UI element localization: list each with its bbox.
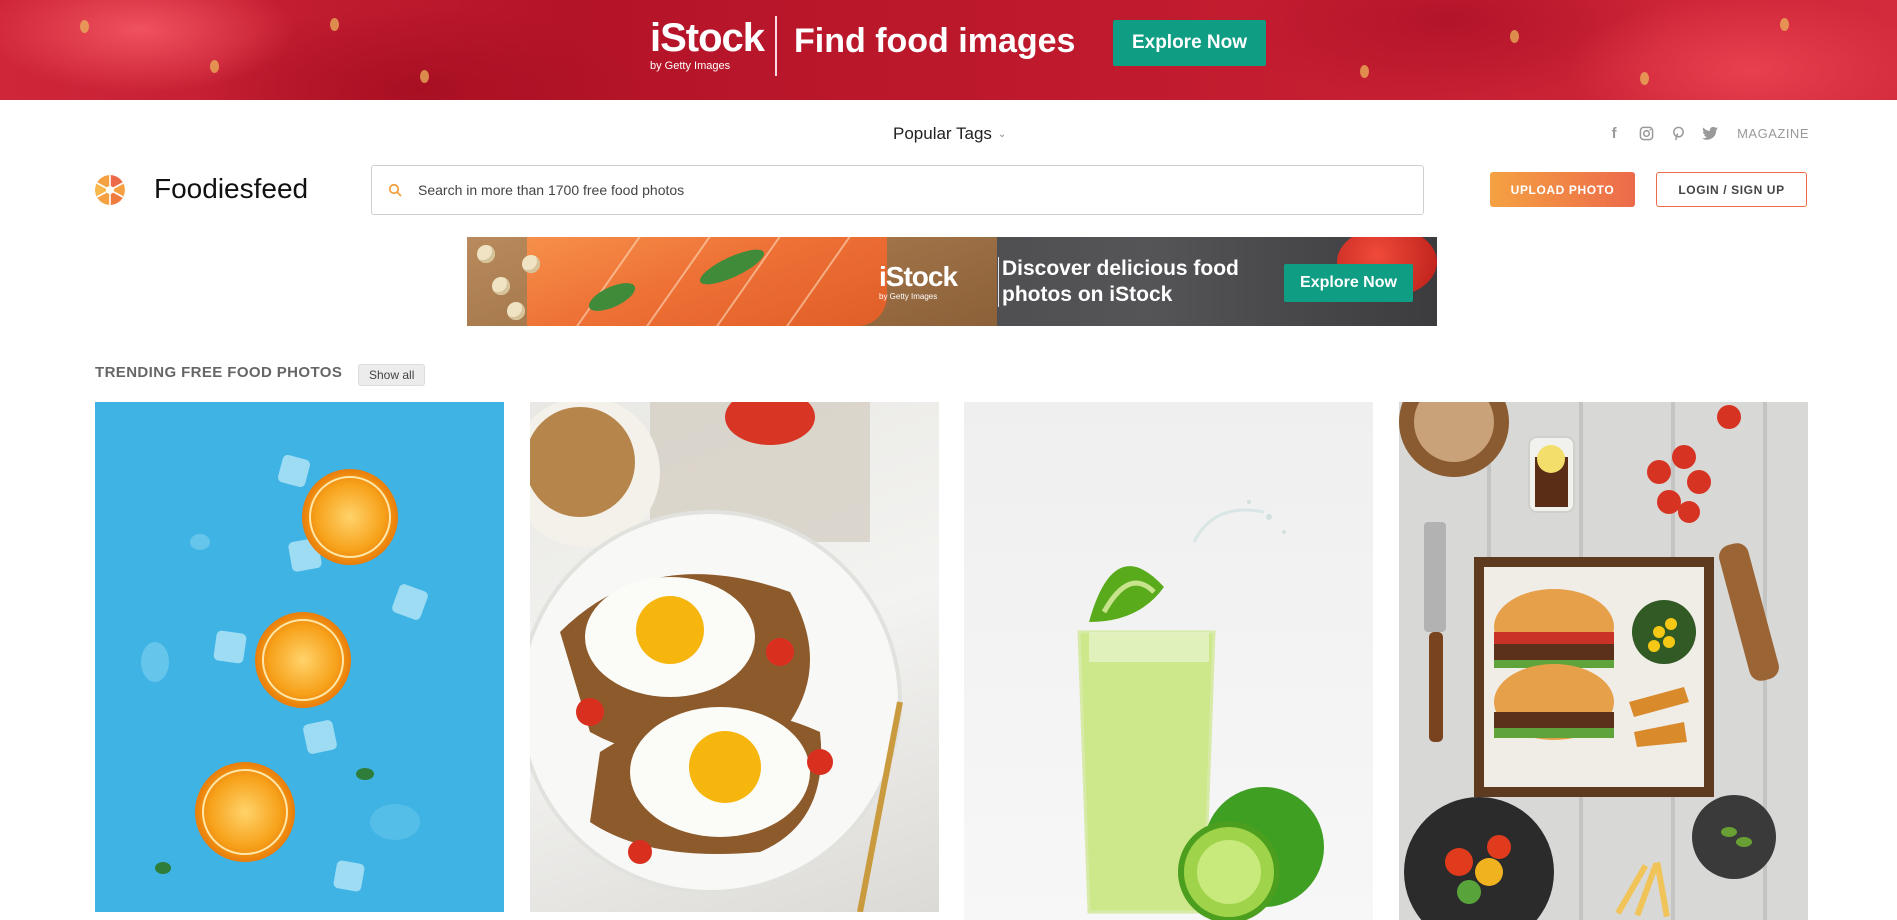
lime-juice-illustration	[1077, 500, 1324, 920]
photo-burger-platter[interactable]	[1399, 402, 1808, 920]
ad-nut	[522, 255, 540, 273]
ad-nut	[507, 302, 525, 320]
banner-texture	[1640, 72, 1649, 85]
istock-ad-banner[interactable]: iStock by Getty Images Discover deliciou…	[467, 237, 1437, 326]
istock-logo: iStock by Getty Images	[879, 261, 958, 301]
burger-platter-illustration	[1399, 402, 1779, 920]
banner-texture	[1780, 18, 1789, 31]
salmon-texture	[782, 237, 854, 326]
search-input[interactable]	[416, 181, 1320, 199]
chevron-down-icon: ⌄	[997, 128, 1007, 140]
upload-photo-button[interactable]: UPLOAD PHOTO	[1490, 172, 1635, 207]
istock-logo: iStock by Getty Images	[650, 16, 765, 72]
istock-logo-word: iStock	[879, 261, 958, 292]
ad-headline: Discover delicious food photos on iStock	[1002, 256, 1239, 308]
photo-fried-eggs-toast[interactable]	[530, 402, 939, 912]
search-bar[interactable]	[371, 165, 1424, 215]
istock-logo-word: iStock	[650, 16, 765, 60]
ad-headline-line2: photos on iStock	[1002, 283, 1173, 306]
site-name[interactable]: Foodiesfeed	[154, 173, 308, 205]
banner-headline: Find food images	[794, 22, 1076, 60]
istock-logo-sub: by Getty Images	[879, 292, 938, 301]
search-icon	[388, 183, 402, 197]
instagram-icon[interactable]	[1637, 124, 1655, 142]
ad-nut	[492, 277, 510, 295]
banner-texture	[210, 60, 219, 73]
magazine-link[interactable]: MAGAZINE	[1737, 126, 1809, 141]
istock-logo-sub: by Getty Images	[650, 60, 731, 72]
salmon-texture	[572, 237, 644, 326]
ad-nut	[477, 245, 495, 263]
trending-title: TRENDING FREE FOOD PHOTOS	[95, 364, 343, 381]
explore-now-button[interactable]: Explore Now	[1113, 20, 1266, 66]
social-links: f MAGAZINE	[1605, 124, 1809, 142]
login-signup-button[interactable]: LOGIN / SIGN UP	[1656, 172, 1807, 207]
twitter-icon[interactable]	[1701, 124, 1719, 142]
banner-texture	[1360, 65, 1369, 78]
foodiesfeed-logo-icon[interactable]	[95, 175, 125, 205]
banner-texture	[330, 18, 339, 31]
show-all-button[interactable]: Show all	[358, 364, 426, 386]
pinterest-icon[interactable]	[1669, 124, 1687, 142]
explore-now-button[interactable]: Explore Now	[1284, 264, 1413, 302]
facebook-icon[interactable]: f	[1605, 124, 1623, 142]
ad-headline-line1: Discover delicious food	[1002, 257, 1239, 280]
banner-texture	[1510, 30, 1519, 43]
oranges-illustration	[141, 454, 428, 892]
photo-oranges-on-blue[interactable]	[95, 402, 504, 912]
top-ad-banner[interactable]: iStock by Getty Images Find food images …	[0, 0, 1897, 100]
banner-divider	[998, 257, 999, 307]
popular-tags-label: Popular Tags	[893, 124, 992, 143]
banner-texture	[420, 70, 429, 83]
photo-lime-juice-glass[interactable]	[964, 402, 1373, 920]
eggs-illustration	[530, 402, 903, 912]
banner-texture	[80, 20, 89, 33]
popular-tags-dropdown[interactable]: Popular Tags ⌄	[893, 124, 1006, 144]
banner-divider	[775, 16, 777, 76]
